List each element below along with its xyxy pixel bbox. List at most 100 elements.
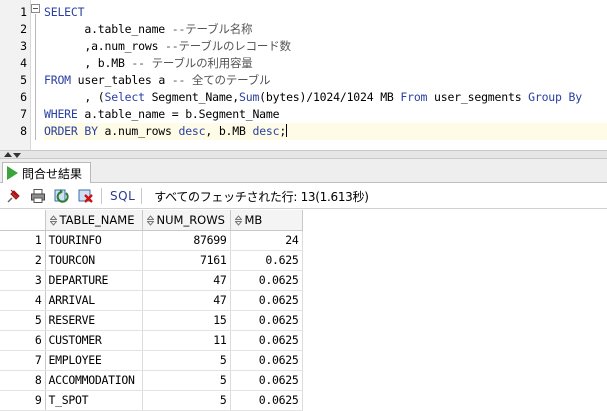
- fold-guide: [35, 14, 36, 140]
- cell-mb[interactable]: 0.0625: [230, 270, 303, 291]
- code-token: ;: [279, 124, 287, 138]
- cell-num-rows[interactable]: 5: [142, 390, 231, 411]
- code-line[interactable]: SELECT: [44, 4, 607, 21]
- table-row[interactable]: 3 DEPARTURE 47 0.0625: [0, 270, 303, 291]
- cell-mb[interactable]: 0.0625: [230, 330, 303, 351]
- cell-mb[interactable]: 0.0625: [230, 290, 303, 311]
- cell-num-rows[interactable]: 7161: [142, 250, 231, 271]
- table-row[interactable]: 5 RESERVE 15 0.0625: [0, 310, 303, 331]
- code-token: --テーブル名称: [171, 22, 253, 36]
- tab-query-result[interactable]: 問合せ結果: [2, 162, 92, 183]
- pin-button[interactable]: [5, 187, 23, 205]
- cell-table-name[interactable]: T_SPOT: [45, 390, 143, 411]
- refresh-button[interactable]: [53, 187, 71, 205]
- code-line[interactable]: FROM user_tables a -- 全てのテーブル: [44, 72, 607, 89]
- row-number[interactable]: 8: [0, 370, 46, 391]
- code-token: , b.MB: [205, 124, 253, 138]
- table-row[interactable]: 2 TOURCON 7161 0.625: [0, 250, 303, 271]
- cell-table-name[interactable]: TOURINFO: [45, 230, 143, 251]
- cell-table-name[interactable]: ACCOMMODATION: [45, 370, 143, 391]
- code-line[interactable]: ORDER BY a.num_rows desc, b.MB desc;: [44, 123, 607, 140]
- table-row[interactable]: 7 EMPLOYEE 5 0.0625: [0, 350, 303, 371]
- print-icon: [31, 189, 45, 203]
- cell-table-name[interactable]: RESERVE: [45, 310, 143, 331]
- delete-button[interactable]: [77, 187, 95, 205]
- cell-table-name[interactable]: EMPLOYEE: [45, 350, 143, 371]
- row-number[interactable]: 3: [0, 270, 46, 291]
- table-row[interactable]: 4 ARRIVAL 47 0.0625: [0, 290, 303, 311]
- column-header-label: MB: [244, 212, 263, 227]
- cell-mb[interactable]: 24: [230, 230, 303, 251]
- table-row[interactable]: 9 T_SPOT 5 0.0625: [0, 390, 303, 411]
- code-line[interactable]: , b.MB -- テーブルの利用容量: [44, 55, 607, 72]
- line-number: 6: [20, 90, 27, 104]
- cell-num-rows[interactable]: 5: [142, 350, 231, 371]
- code-token: user_segments: [427, 90, 529, 104]
- row-number[interactable]: 7: [0, 350, 46, 371]
- cell-num-rows[interactable]: 11: [142, 330, 231, 351]
- column-header-mb[interactable]: MB: [230, 210, 303, 231]
- row-number[interactable]: 9: [0, 390, 46, 411]
- cell-mb[interactable]: 0.0625: [230, 350, 303, 371]
- cell-table-name[interactable]: TOURCON: [45, 250, 143, 271]
- column-header-label: NUM_ROWS: [156, 212, 225, 227]
- code-line[interactable]: , (Select Segment_Name,Sum(bytes)/1024/1…: [44, 89, 607, 106]
- cell-num-rows[interactable]: 47: [142, 290, 231, 311]
- code-line[interactable]: WHERE a.table_name = b.Segment_Name: [44, 106, 607, 123]
- code-token: , (: [44, 90, 105, 104]
- sql-link[interactable]: SQL: [110, 189, 135, 203]
- cell-num-rows[interactable]: 15: [142, 310, 231, 331]
- code-token: From: [400, 90, 428, 104]
- cell-table-name[interactable]: ARRIVAL: [45, 290, 143, 311]
- line-number: 7: [20, 107, 27, 121]
- code-token: SELECT: [44, 5, 85, 19]
- code-token: user_tables a: [70, 73, 172, 87]
- line-number: 2: [20, 22, 27, 36]
- toolbar-separator: [141, 188, 143, 204]
- cell-num-rows[interactable]: 5: [142, 370, 231, 391]
- code-token: a.num_rows: [97, 124, 179, 138]
- collapse-down-icon[interactable]: [13, 153, 21, 158]
- result-grid[interactable]: TABLE_NAME NUM_ROWS MB 1 TOURINFO 87699 24 2 TO…: [0, 210, 607, 411]
- fold-toggle-icon[interactable]: [31, 4, 40, 13]
- code-token: ,a.num_rows: [44, 39, 166, 53]
- table-row[interactable]: 8 ACCOMMODATION 5 0.0625: [0, 370, 303, 391]
- print-button[interactable]: [29, 187, 47, 205]
- cell-mb[interactable]: 0.625: [230, 250, 303, 271]
- run-icon: [7, 166, 18, 180]
- collapse-up-icon[interactable]: [4, 152, 12, 157]
- cell-table-name[interactable]: CUSTOMER: [45, 330, 143, 351]
- results-toolbar: SQL すべてのフェッチされた行: 13(1.613秒): [0, 184, 607, 209]
- code-token: a.table_name = b.Segment_Name: [77, 107, 280, 121]
- sql-editor[interactable]: 1 2 3 4 5 6 7 8 SELECT a.table_name --テーブル名称 ,a.…: [0, 0, 607, 150]
- row-number[interactable]: 1: [0, 230, 46, 251]
- code-line[interactable]: ,a.num_rows --テーブルのレコード数: [44, 38, 607, 55]
- cell-table-name[interactable]: DEPARTURE: [45, 270, 143, 291]
- column-header-num-rows[interactable]: NUM_ROWS: [142, 210, 231, 231]
- cell-mb[interactable]: 0.0625: [230, 370, 303, 391]
- sort-icon: [146, 214, 154, 226]
- line-number: 5: [20, 73, 27, 87]
- cell-mb[interactable]: 0.0625: [230, 310, 303, 331]
- table-row[interactable]: 6 CUSTOMER 11 0.0625: [0, 330, 303, 351]
- cell-mb[interactable]: 0.0625: [230, 390, 303, 411]
- code-line[interactable]: a.table_name --テーブル名称: [44, 21, 607, 38]
- code-token: desc: [252, 124, 280, 138]
- line-number: 1: [20, 5, 27, 19]
- pane-splitter[interactable]: [0, 150, 607, 159]
- row-number[interactable]: 4: [0, 290, 46, 311]
- table-row[interactable]: 1 TOURINFO 87699 24: [0, 230, 303, 251]
- row-number[interactable]: 6: [0, 330, 46, 351]
- cell-num-rows[interactable]: 87699: [142, 230, 231, 251]
- column-header-table-name[interactable]: TABLE_NAME: [45, 210, 143, 231]
- cell-num-rows[interactable]: 47: [142, 270, 231, 291]
- row-number[interactable]: 2: [0, 250, 46, 271]
- delete-icon: [78, 189, 93, 203]
- refresh-icon: [54, 189, 69, 203]
- row-number[interactable]: 5: [0, 310, 46, 331]
- tab-query-result-label: 問合せ結果: [22, 166, 83, 181]
- line-number: 4: [20, 56, 27, 70]
- text-caret: [286, 124, 288, 137]
- result-table: TABLE_NAME NUM_ROWS MB 1 TOURINFO 87699 24 2 TO…: [0, 210, 303, 411]
- pin-icon: [7, 189, 20, 203]
